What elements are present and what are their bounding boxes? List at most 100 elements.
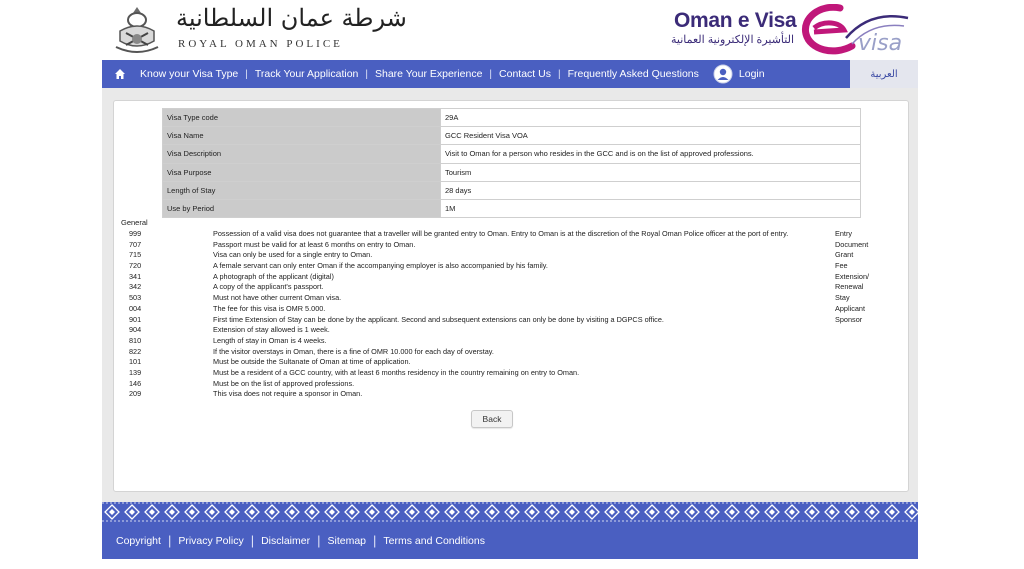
rule-code: 707	[129, 239, 142, 249]
home-icon[interactable]	[114, 68, 126, 80]
side-label-stay: Stay	[835, 293, 850, 303]
visa-info-value: Visit to Oman for a person who resides i…	[440, 144, 861, 164]
rule-code: 720	[129, 261, 142, 271]
visa-info-label: Visa Name	[162, 126, 441, 146]
visa-info-label: Visa Purpose	[162, 162, 441, 182]
visa-info-value: 1M	[440, 198, 861, 219]
rule-text: If the visitor overstays in Oman, there …	[213, 346, 494, 356]
list-item: 707 Passport must be valid for at least …	[102, 240, 918, 251]
back-button[interactable]: Back	[471, 410, 513, 428]
rule-code: 146	[129, 378, 142, 388]
svg-text:visa: visa	[858, 31, 902, 56]
table-row: Visa Type code 29A	[162, 107, 861, 128]
list-item: 901 First time Extension of Stay can be …	[102, 315, 918, 326]
nav-items: Know your Visa Type | Track Your Applica…	[140, 60, 765, 88]
footer-separator: |	[167, 533, 172, 548]
rule-text: Extension of stay allowed is 1 week.	[213, 325, 330, 335]
nav-know-visa-type[interactable]: Know your Visa Type	[140, 68, 238, 80]
visa-info-label: Length of Stay	[162, 180, 441, 200]
nav-separator: |	[557, 68, 561, 80]
rule-text: Must be a resident of a GCC country, wit…	[213, 367, 580, 377]
list-item: 004 The fee for this visa is OMR 5.000. …	[102, 304, 918, 315]
rule-code: 341	[129, 271, 142, 281]
rule-text: A copy of the applicant's passport.	[213, 282, 324, 292]
visa-info-label: Use by Period	[162, 198, 441, 219]
rule-text: Length of stay in Oman is 4 weeks.	[213, 335, 327, 345]
rule-code: 101	[129, 357, 142, 367]
rule-code: 901	[129, 314, 142, 324]
general-rules-list: 999 Possession of a valid visa does not …	[102, 229, 918, 400]
list-item: 503 Must not have other current Oman vis…	[102, 293, 918, 304]
arabic-language-link[interactable]: العربية	[850, 60, 918, 88]
rule-code: 139	[129, 367, 142, 377]
footer-terms[interactable]: Terms and Conditions	[383, 535, 485, 547]
visa-info-value: GCC Resident Visa VOA	[440, 126, 861, 146]
rule-text: Passport must be valid for at least 6 mo…	[213, 239, 416, 249]
rule-code: 810	[129, 335, 142, 345]
decorative-footer-pattern	[102, 502, 918, 522]
list-item: 715 Visa can only be used for a single e…	[102, 250, 918, 261]
page: شرطة عمان السلطانية ROYAL OMAN POLICE Om…	[102, 0, 918, 569]
visa-info-value: Tourism	[440, 162, 861, 182]
list-item: 720 A female servant can only enter Oman…	[102, 261, 918, 272]
rule-text: Possession of a valid visa does not guar…	[213, 229, 789, 238]
list-item: 822 If the visitor overstays in Oman, th…	[102, 347, 918, 358]
side-label-grant: Grant	[835, 250, 854, 260]
rule-text: A female servant can only enter Oman if …	[213, 261, 548, 271]
rule-code: 715	[129, 250, 142, 260]
rule-text: Must be on the list of approved professi…	[213, 378, 355, 388]
list-item: 139 Must be a resident of a GCC country,…	[102, 368, 918, 379]
login-link[interactable]: Login	[713, 64, 765, 84]
table-row: Use by Period 1M	[162, 198, 861, 219]
visa-info-label: Visa Type code	[162, 107, 441, 128]
nav-track-application[interactable]: Track Your Application	[255, 68, 359, 80]
side-label-fee: Fee	[835, 261, 848, 271]
footer-sitemap[interactable]: Sitemap	[328, 535, 367, 547]
rule-code: 209	[129, 389, 142, 399]
royal-oman-police-emblem-icon	[115, 7, 159, 53]
rule-code: 822	[129, 346, 142, 356]
side-label-document: Document	[835, 239, 869, 249]
table-row: Length of Stay 28 days	[162, 180, 861, 200]
police-name-arabic: شرطة عمان السلطانية	[176, 4, 407, 32]
rule-code: 004	[129, 303, 142, 313]
footer-links: Copyright | Privacy Policy | Disclaimer …	[116, 522, 485, 559]
table-row: Visa Purpose Tourism	[162, 162, 861, 182]
footer-privacy-policy[interactable]: Privacy Policy	[178, 535, 243, 547]
footer: Copyright | Privacy Policy | Disclaimer …	[102, 522, 918, 559]
footer-separator: |	[317, 533, 321, 548]
nav-contact-us[interactable]: Contact Us	[499, 68, 551, 80]
evisa-subtitle-arabic: التأشيرة الإلكترونية العمانية	[671, 34, 794, 46]
visa-info-value: 29A	[440, 107, 861, 128]
general-section-label: General	[121, 218, 148, 227]
list-item: 146 Must be on the list of approved prof…	[102, 379, 918, 390]
table-row: Visa Description Visit to Oman for a per…	[162, 144, 861, 164]
rule-code: 904	[129, 325, 142, 335]
rule-text: Must not have other current Oman visa.	[213, 293, 342, 303]
nav-separator: |	[365, 68, 368, 80]
visa-info-table: Visa Type code 29A Visa Name GCC Residen…	[162, 107, 861, 219]
rule-text: Must be outside the Sultanate of Oman at…	[213, 357, 411, 367]
rule-text: The fee for this visa is OMR 5.000.	[213, 303, 326, 313]
rule-code: 342	[129, 282, 142, 292]
rule-text: This visa does not require a sponsor in …	[213, 389, 363, 399]
side-label-extension: Extension/	[835, 271, 870, 281]
visa-info-value: 28 days	[440, 180, 861, 200]
main-nav: Know your Visa Type | Track Your Applica…	[102, 60, 918, 88]
header: شرطة عمان السلطانية ROYAL OMAN POLICE Om…	[102, 0, 918, 60]
nav-faq[interactable]: Frequently Asked Questions	[568, 68, 699, 80]
footer-copyright[interactable]: Copyright	[116, 535, 161, 547]
table-row: Visa Name GCC Resident Visa VOA	[162, 126, 861, 146]
evisa-title: Oman e Visa	[674, 9, 797, 32]
list-item: 904 Extension of stay allowed is 1 week.	[102, 325, 918, 336]
rule-text: First time Extension of Stay can be done…	[213, 314, 664, 324]
visa-info-label: Visa Description	[162, 144, 441, 164]
rule-text: Visa can only be used for a single entry…	[213, 250, 373, 260]
footer-disclaimer[interactable]: Disclaimer	[261, 535, 310, 547]
footer-separator: |	[373, 533, 377, 548]
side-label-sponsor: Sponsor	[835, 314, 863, 324]
side-label-entry: Entry	[835, 229, 853, 238]
list-item: 999 Possession of a valid visa does not …	[102, 229, 918, 240]
list-item: 342 A copy of the applicant's passport. …	[102, 282, 918, 293]
nav-share-experience[interactable]: Share Your Experience	[375, 68, 482, 80]
